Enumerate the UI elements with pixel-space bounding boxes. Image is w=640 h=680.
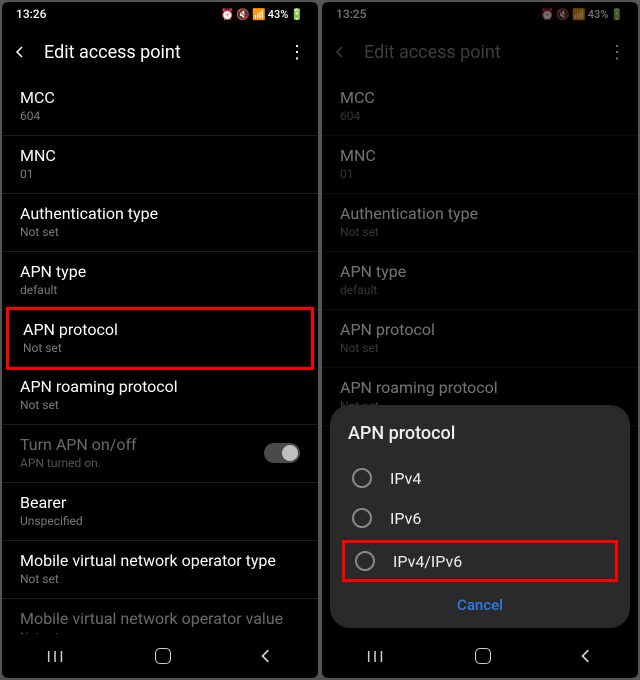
status-time: 13:26: [16, 7, 46, 21]
item-label: APN protocol: [340, 320, 620, 339]
item-label: MNC: [340, 146, 620, 165]
item-label: Authentication type: [20, 204, 300, 223]
item-label: MNC: [20, 146, 300, 165]
signal-icon: 📶: [572, 8, 586, 21]
mute-icon: 🔇: [236, 8, 250, 21]
item-value: 01: [20, 167, 300, 181]
status-icons: ⏰ 🔇 📶 43% 🔋: [221, 8, 304, 21]
item-label: MCC: [20, 88, 300, 107]
item-label: Mobile virtual network operator type: [20, 551, 300, 570]
cancel-button[interactable]: Cancel: [348, 584, 612, 618]
dialog-title: APN protocol: [348, 423, 612, 444]
nav-back-icon[interactable]: [259, 649, 273, 663]
item-mvno-type[interactable]: Mobile virtual network operator type Not…: [2, 541, 318, 599]
battery-icon: 🔋: [610, 8, 624, 21]
nav-bar: III: [322, 634, 638, 678]
item-label: Mobile virtual network operator value: [20, 609, 300, 628]
nav-bar: III: [2, 634, 318, 678]
item-value: Not set: [20, 572, 300, 586]
alarm-icon: ⏰: [541, 8, 555, 21]
item-value: Not set: [23, 341, 297, 355]
item-auth-type[interactable]: Authentication type Not set: [2, 194, 318, 252]
item-mnc[interactable]: MNC 01: [2, 136, 318, 194]
item-apn-protocol[interactable]: APN protocol Not set: [322, 310, 638, 368]
item-label: APN roaming protocol: [340, 378, 620, 397]
item-value: APN turned on.: [20, 456, 137, 470]
alarm-icon: ⏰: [221, 8, 235, 21]
radio-label: IPv6: [390, 509, 421, 528]
item-mcc[interactable]: MCC 604: [322, 78, 638, 136]
item-label: APN type: [20, 262, 300, 281]
item-value: Not set: [20, 398, 300, 412]
item-value: 01: [340, 167, 620, 181]
mute-icon: 🔇: [556, 8, 570, 21]
item-value: default: [20, 283, 300, 297]
item-value: Unspecified: [20, 514, 300, 528]
phone-left: 13:26 ⏰ 🔇 📶 43% 🔋 Edit access point ⋮ MC…: [2, 2, 318, 678]
item-value: Not set: [340, 341, 620, 355]
item-auth-type[interactable]: Authentication type Not set: [322, 194, 638, 252]
more-icon[interactable]: ⋮: [608, 42, 626, 63]
item-value: Not set: [20, 225, 300, 239]
nav-recent-icon[interactable]: III: [46, 647, 65, 666]
item-value: 604: [340, 109, 620, 123]
item-label: Turn APN on/off: [20, 435, 137, 454]
back-icon[interactable]: [334, 46, 346, 58]
item-label: APN type: [340, 262, 620, 281]
radio-icon: [352, 508, 372, 528]
status-bar: 13:25 ⏰ 🔇 📶 43% 🔋: [322, 2, 638, 26]
radio-option-ipv4-ipv6[interactable]: IPv4/IPv6: [342, 540, 618, 582]
radio-option-ipv6[interactable]: IPv6: [348, 498, 612, 538]
battery-text: 43%: [268, 8, 289, 21]
radio-icon: [352, 468, 372, 488]
item-turn-apn-on-off: Turn APN on/off APN turned on.: [2, 425, 318, 483]
item-mnc[interactable]: MNC 01: [322, 136, 638, 194]
item-mvno-value[interactable]: Mobile virtual network operator value No…: [2, 599, 318, 634]
nav-home-icon[interactable]: [475, 648, 491, 664]
item-bearer[interactable]: Bearer Unspecified: [2, 483, 318, 541]
item-label: Bearer: [20, 493, 300, 512]
back-icon[interactable]: [14, 46, 26, 58]
radio-label: IPv4: [390, 469, 421, 488]
dialog-apn-protocol: APN protocol IPv4 IPv6 IPv4/IPv6 Cancel: [330, 405, 630, 628]
item-value: Not set: [340, 225, 620, 239]
signal-icon: 📶: [252, 8, 266, 21]
page-title: Edit access point: [364, 42, 590, 63]
battery-icon: 🔋: [290, 8, 304, 21]
status-icons: ⏰ 🔇 📶 43% 🔋: [541, 8, 624, 21]
item-label: APN protocol: [23, 320, 297, 339]
item-label: MCC: [340, 88, 620, 107]
page-title: Edit access point: [44, 42, 270, 63]
item-value: default: [340, 283, 620, 297]
nav-home-icon[interactable]: [155, 648, 171, 664]
nav-recent-icon[interactable]: III: [366, 647, 385, 666]
toggle-switch[interactable]: [264, 443, 300, 463]
status-time: 13:25: [336, 7, 366, 21]
item-apn-roaming-protocol[interactable]: APN roaming protocol Not set: [2, 367, 318, 425]
radio-icon: [355, 551, 375, 571]
app-bar: Edit access point ⋮: [322, 26, 638, 78]
nav-back-icon[interactable]: [579, 649, 593, 663]
battery-text: 43%: [588, 8, 609, 21]
app-bar: Edit access point ⋮: [2, 26, 318, 78]
radio-option-ipv4[interactable]: IPv4: [348, 458, 612, 498]
item-label: APN roaming protocol: [20, 377, 300, 396]
item-label: Authentication type: [340, 204, 620, 223]
more-icon[interactable]: ⋮: [288, 42, 306, 63]
radio-label: IPv4/IPv6: [393, 552, 462, 571]
item-apn-type[interactable]: APN type default: [322, 252, 638, 310]
item-apn-type[interactable]: APN type default: [2, 252, 318, 310]
status-bar: 13:26 ⏰ 🔇 📶 43% 🔋: [2, 2, 318, 26]
item-mcc[interactable]: MCC 604: [2, 78, 318, 136]
phone-right: 13:25 ⏰ 🔇 📶 43% 🔋 Edit access point ⋮ MC…: [322, 2, 638, 678]
item-value: 604: [20, 109, 300, 123]
settings-list: MCC 604 MNC 01 Authentication type Not s…: [2, 78, 318, 634]
item-apn-protocol[interactable]: APN protocol Not set: [6, 307, 314, 370]
